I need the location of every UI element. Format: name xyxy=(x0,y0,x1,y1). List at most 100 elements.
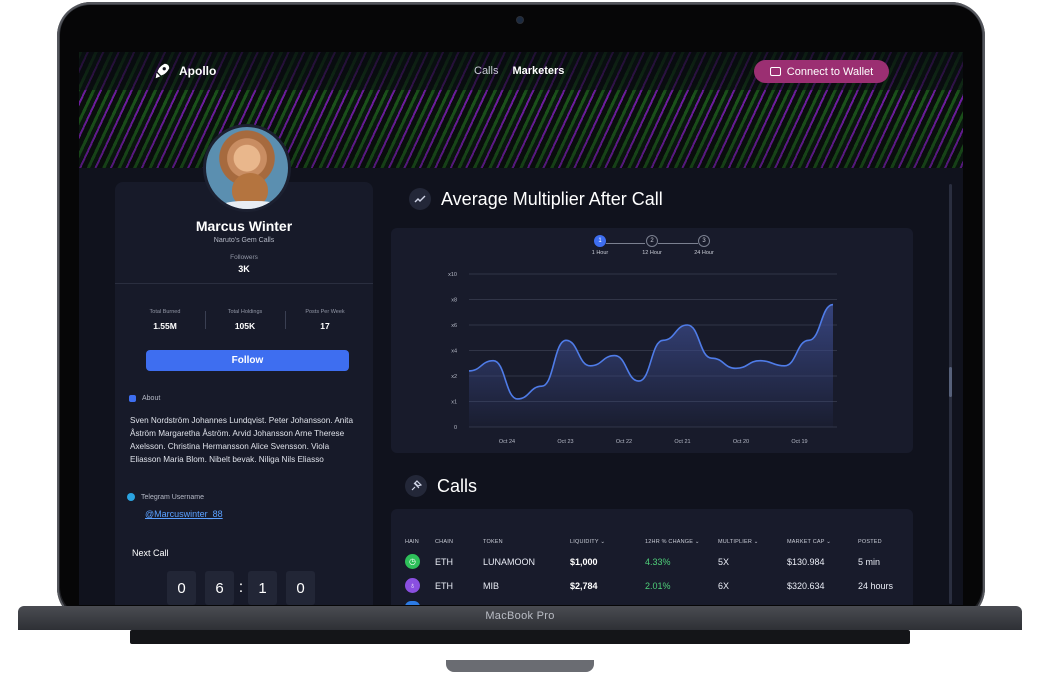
cell-change: 2.01% xyxy=(645,581,671,591)
x-tick-label: Oct 21 xyxy=(674,439,690,445)
col-header-label: LIQUIDITY xyxy=(570,539,599,545)
cell-posted: 24 hours xyxy=(858,581,894,591)
chevron-down-icon: ⌄ xyxy=(600,539,606,545)
col-header-liquidity[interactable]: LIQUIDITY ⌄ xyxy=(570,539,605,545)
cell-market-cap: $130.984 xyxy=(787,557,825,567)
chart-title: Average Multiplier After Call xyxy=(441,188,663,209)
x-tick-label: Oct 19 xyxy=(791,439,807,445)
timer-separator: : xyxy=(238,579,244,596)
cell-liquidity: $1,000 xyxy=(570,557,598,567)
x-tick-label: Oct 20 xyxy=(733,439,749,445)
calls-section-header: Calls xyxy=(405,475,477,497)
chevron-down-icon: ⌄ xyxy=(694,539,700,545)
stat-value: 105K xyxy=(234,321,256,331)
telegram-icon xyxy=(127,493,135,501)
col-header-token: TOKEN xyxy=(483,539,503,545)
next-call-label: Next Call xyxy=(132,548,169,558)
next-call-timer: 0 6 : 1 0 xyxy=(167,571,315,605)
stat-total-holdings: Total Holdings 105K xyxy=(205,309,285,331)
app-screen: Apollo Calls Marketers Connect to Wallet… xyxy=(79,52,963,605)
x-tick-label: Oct 23 xyxy=(557,439,573,445)
col-header-chain: CHAIN xyxy=(435,539,454,545)
col-header-label: 12HR % CHANGE xyxy=(645,539,694,545)
col-header-hain: HAIN xyxy=(405,539,419,545)
main-nav: Calls Marketers xyxy=(474,65,564,77)
trackpad-notch xyxy=(446,660,594,672)
nav-marketers[interactable]: Marketers xyxy=(512,65,564,77)
timeframe-step: 2 xyxy=(646,235,658,247)
follow-button[interactable]: Follow xyxy=(146,350,349,371)
chain-icon xyxy=(405,601,420,605)
device-label: MacBook Pro xyxy=(485,610,555,622)
timer-digit: 6 xyxy=(205,571,234,605)
timeframe-1-hour[interactable]: 1 1 Hour xyxy=(580,235,620,256)
chevron-down-icon: ⌄ xyxy=(753,539,759,545)
x-tick-label: Oct 24 xyxy=(499,439,515,445)
x-tick-label: Oct 22 xyxy=(616,439,632,445)
timeframe-24-hour[interactable]: 3 24 Hour xyxy=(684,235,724,256)
multiplier-chart: 0 x1 x2 x4 x6 x8 x10 Oct 24 Oct 23 Oct 22 Oct 21 Oc… xyxy=(448,272,837,445)
keyboard xyxy=(130,630,910,644)
y-tick-label: x4 xyxy=(451,349,457,355)
stat-label: Total Holdings xyxy=(227,309,263,315)
cell-liquidity: $2,784 xyxy=(570,581,598,591)
timeframe-label: 12 Hour xyxy=(642,250,662,256)
col-header-market-cap[interactable]: MARKET CAP ⌄ xyxy=(787,539,831,545)
eth-chain-icon: ◷ xyxy=(405,554,420,569)
timer-digit: 0 xyxy=(167,571,196,605)
avatar xyxy=(203,124,291,212)
cell-multiplier: 5X xyxy=(718,557,730,567)
col-header-change[interactable]: 12HR % CHANGE ⌄ xyxy=(645,539,700,545)
cell-token[interactable]: MIB xyxy=(483,581,499,591)
timer-digit: 0 xyxy=(286,571,315,605)
telegram-label: Telegram Username xyxy=(141,493,205,501)
calls-title: Calls xyxy=(437,475,478,496)
profile-card xyxy=(115,182,373,605)
app-name: Apollo xyxy=(179,64,217,78)
cell-change: 4.33% xyxy=(645,557,671,567)
rocket-icon xyxy=(155,63,170,79)
calls-icon xyxy=(405,475,427,497)
nav-calls[interactable]: Calls xyxy=(474,65,498,77)
top-nav-bar: Apollo Calls Marketers Connect to Wallet xyxy=(79,52,963,90)
y-tick-label: x1 xyxy=(451,400,457,406)
timeframe-12-hour[interactable]: 2 12 Hour xyxy=(632,235,672,256)
scrollbar-thumb[interactable] xyxy=(949,367,952,397)
timeframe-step: 1 xyxy=(594,235,606,247)
wallet-icon xyxy=(769,67,781,76)
stat-label: Posts Per Week xyxy=(305,309,345,315)
cell-multiplier: 6X xyxy=(718,581,730,591)
trending-icon xyxy=(409,188,431,210)
telegram-heading: Telegram Username xyxy=(127,493,204,501)
app-logo[interactable]: Apollo xyxy=(153,62,216,80)
camera-icon xyxy=(517,17,523,23)
col-header-posted: POSTED xyxy=(858,539,882,545)
stat-value: 1.55M xyxy=(153,321,177,331)
about-heading: About xyxy=(129,395,160,402)
timeframe-step: 3 xyxy=(698,235,710,247)
timeframe-label: 24 Hour xyxy=(694,250,714,256)
stat-posts-per-week: Posts Per Week 17 xyxy=(285,309,365,331)
cell-token[interactable]: LUNAMOON xyxy=(483,557,535,567)
telegram-username-link[interactable]: @Marcuswinter_88 xyxy=(145,509,223,519)
chevron-down-icon: ⌄ xyxy=(826,539,832,545)
cell-chain: ETH xyxy=(435,557,453,567)
col-header-multiplier[interactable]: MULTIPLIER ⌄ xyxy=(718,539,759,545)
cell-posted: 5 min xyxy=(858,557,881,567)
eth-chain-icon: ♁ xyxy=(405,578,420,593)
followers-count: 3K xyxy=(238,264,250,274)
profile-divider xyxy=(115,283,373,284)
y-tick-label: x8 xyxy=(451,298,457,304)
y-tick-label: x10 xyxy=(448,272,457,278)
y-tick-label: x2 xyxy=(451,374,457,380)
connect-wallet-label: Connect to Wallet xyxy=(786,65,874,78)
timer-digit: 1 xyxy=(248,571,277,605)
profile-stats: Total Burned 1.55M Total Holdings 105K P… xyxy=(125,309,365,331)
connect-wallet-button[interactable]: Connect to Wallet xyxy=(754,60,889,83)
chart-section-header: Average Multiplier After Call xyxy=(409,188,663,210)
profile-subtitle: Naruto's Gem Calls xyxy=(213,237,275,244)
about-text: Sven Nordström Johannes Lundqvist. Peter… xyxy=(130,416,354,464)
stat-label: Total Burned xyxy=(149,309,181,315)
y-tick-label: x6 xyxy=(451,323,457,329)
cell-chain: ETH xyxy=(435,581,453,591)
